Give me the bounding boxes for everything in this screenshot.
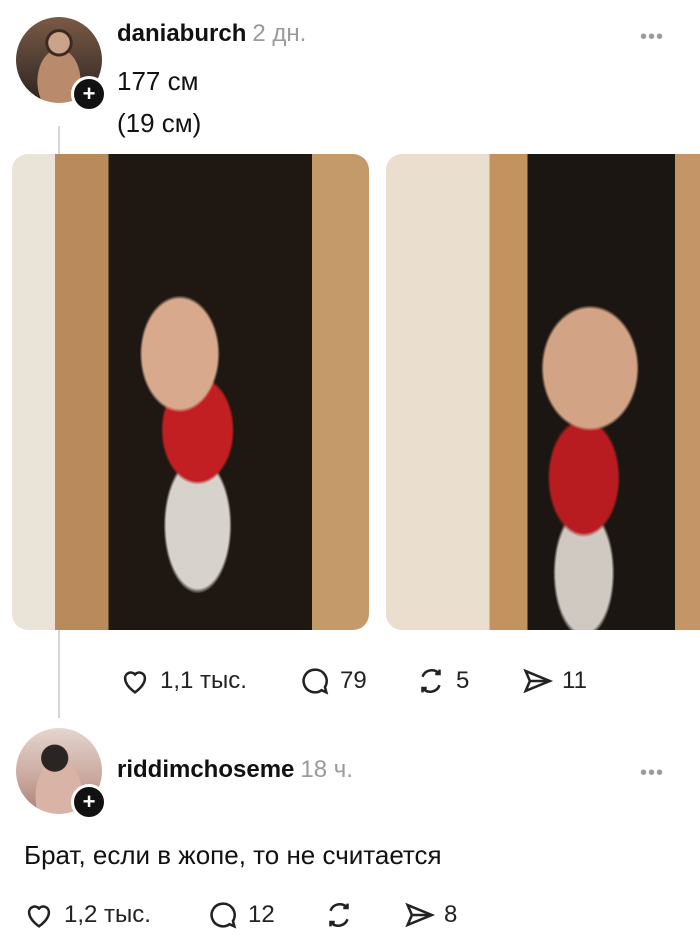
comment-icon — [302, 668, 329, 695]
post-header: daniaburch 2 дн. — [117, 20, 306, 48]
post-image-2[interactable] — [386, 154, 700, 630]
comment-text: Брат, если в жопе, то не считается — [24, 840, 442, 870]
username[interactable]: daniaburch — [117, 20, 246, 47]
share-button[interactable]: 8 — [402, 898, 457, 932]
more-options-icon[interactable]: ••• — [640, 26, 664, 49]
more-options-icon[interactable]: ••• — [640, 762, 664, 785]
repost-button[interactable]: 5 — [414, 664, 469, 698]
follow-plus-icon[interactable]: + — [71, 784, 107, 820]
post-text: 177 см (19 см) — [117, 60, 201, 144]
like-count: 1,1 тыс. — [160, 667, 247, 694]
share-count: 11 — [562, 667, 587, 694]
repost-icon — [329, 903, 349, 927]
comment-count: 12 — [248, 901, 275, 928]
share-count: 8 — [444, 901, 458, 928]
comment-count: 79 — [340, 667, 367, 694]
like-button[interactable]: 1,2 тыс. — [22, 898, 151, 932]
repost-button[interactable] — [322, 898, 364, 932]
heart-icon — [123, 671, 147, 694]
post-text-line-1: 177 см — [117, 66, 199, 96]
like-button[interactable]: 1,1 тыс. — [118, 664, 247, 698]
comment-button[interactable]: 79 — [298, 664, 367, 698]
repost-icon — [421, 669, 441, 693]
heart-icon — [27, 905, 51, 928]
timestamp: 2 дн. — [252, 20, 307, 47]
username[interactable]: riddimchoseme — [117, 756, 294, 783]
share-button[interactable]: 11 — [520, 664, 587, 698]
share-icon — [405, 902, 436, 928]
comment-icon — [210, 902, 237, 929]
plus-glyph: + — [82, 789, 96, 814]
post-header: riddimchoseme 18 ч. — [117, 756, 353, 784]
post-text-line-2: (19 см) — [117, 108, 202, 138]
repost-count: 5 — [456, 667, 470, 694]
post-image-1[interactable] — [12, 154, 369, 630]
share-icon — [523, 668, 554, 694]
comment-button[interactable]: 12 — [206, 898, 275, 932]
plus-glyph: + — [82, 81, 96, 106]
like-count: 1,2 тыс. — [64, 901, 151, 928]
timestamp: 18 ч. — [300, 756, 353, 783]
follow-plus-icon[interactable]: + — [71, 76, 107, 112]
